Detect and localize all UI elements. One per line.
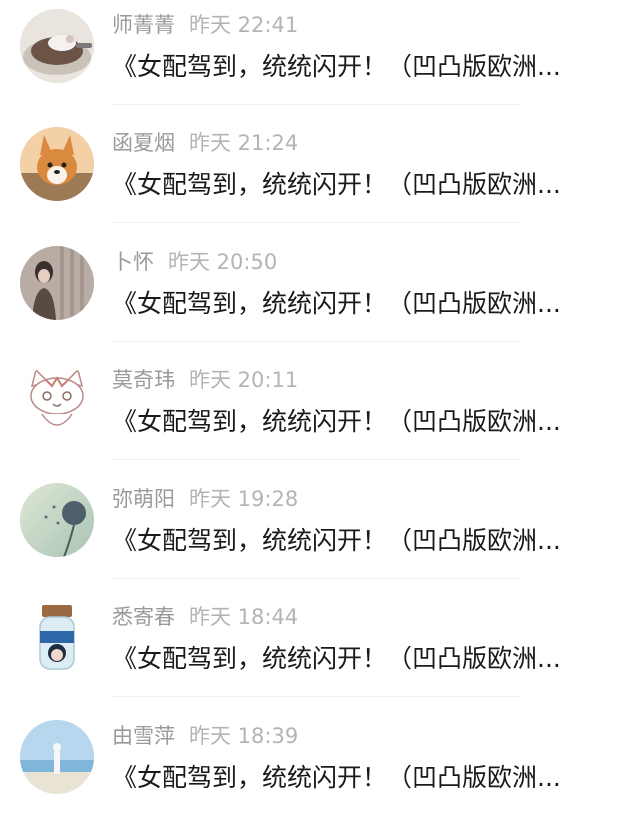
list-item[interactable]: 卜怀 昨天 20:50 《女配驾到，统统闪开！（凹凸版欧洲... [0, 237, 640, 355]
message-preview: 《女配驾到，统统闪开！（凹凸版欧洲... [112, 763, 561, 792]
message-preview: 《女配驾到，统统闪开！（凹凸版欧洲... [112, 170, 561, 199]
divider [112, 341, 520, 342]
list-item[interactable]: 师菁菁 昨天 22:41 《女配驾到，统统闪开！（凹凸版欧洲... [0, 0, 640, 118]
sender-line: 函夏烟 昨天 21:24 [112, 129, 298, 157]
cartoon-cat-avatar[interactable] [20, 364, 94, 438]
list-item[interactable]: 悉寄春 昨天 18:44 《女配驾到，统统闪开！（凹凸版欧洲... [0, 592, 640, 710]
message-list: 师菁菁 昨天 22:41 《女配驾到，统统闪开！（凹凸版欧洲... 函夏烟 昨天 2… [0, 0, 640, 814]
divider [112, 696, 520, 697]
message-time: 昨天 21:24 [189, 131, 299, 155]
message-time: 昨天 18:39 [189, 724, 299, 748]
sender-name: 悉寄春 [112, 605, 175, 629]
dandelion-photo-avatar[interactable] [20, 483, 94, 557]
girl-photo-avatar[interactable] [20, 246, 94, 320]
sender-name: 函夏烟 [112, 131, 175, 155]
sender-line: 由雪萍 昨天 18:39 [112, 722, 298, 750]
divider [112, 459, 520, 460]
sender-name: 由雪萍 [112, 724, 175, 748]
divider [112, 104, 520, 105]
message-time: 昨天 20:50 [168, 250, 278, 274]
sender-line: 弥萌阳 昨天 19:28 [112, 485, 298, 513]
list-item[interactable]: 弥萌阳 昨天 19:28 《女配驾到，统统闪开！（凹凸版欧洲... [0, 474, 640, 592]
divider [112, 222, 520, 223]
sender-line: 莫奇玮 昨天 20:11 [112, 366, 298, 394]
message-preview: 《女配驾到，统统闪开！（凹凸版欧洲... [112, 526, 561, 555]
message-preview: 《女配驾到，统统闪开！（凹凸版欧洲... [112, 644, 561, 673]
sender-name: 卜怀 [112, 250, 154, 274]
sender-name: 师菁菁 [112, 13, 175, 37]
message-preview: 《女配驾到，统统闪开！（凹凸版欧洲... [112, 289, 561, 318]
message-time: 昨天 22:41 [189, 13, 299, 37]
divider [112, 578, 520, 579]
message-preview: 《女配驾到，统统闪开！（凹凸版欧洲... [112, 52, 561, 81]
message-preview: 《女配驾到，统统闪开！（凹凸版欧洲... [112, 407, 561, 436]
message-time: 昨天 18:44 [189, 605, 299, 629]
list-item[interactable]: 函夏烟 昨天 21:24 《女配驾到，统统闪开！（凹凸版欧洲... [0, 118, 640, 236]
cake-photo-avatar[interactable] [20, 9, 94, 83]
sender-name: 莫奇玮 [112, 368, 175, 392]
sender-line: 师菁菁 昨天 22:41 [112, 11, 298, 39]
sender-name: 弥萌阳 [112, 487, 175, 511]
message-time: 昨天 20:11 [189, 368, 299, 392]
sender-line: 悉寄春 昨天 18:44 [112, 603, 298, 631]
list-item[interactable]: 莫奇玮 昨天 20:11 《女配驾到，统统闪开！（凹凸版欧洲... [0, 355, 640, 473]
sender-line: 卜怀 昨天 20:50 [112, 248, 277, 276]
beach-photo-avatar[interactable] [20, 720, 94, 794]
message-time: 昨天 19:28 [189, 487, 299, 511]
jar-doll-avatar[interactable] [20, 601, 94, 675]
list-item[interactable]: 由雪萍 昨天 18:39 《女配驾到，统统闪开！（凹凸版欧洲... [0, 711, 640, 814]
corgi-photo-avatar[interactable] [20, 127, 94, 201]
